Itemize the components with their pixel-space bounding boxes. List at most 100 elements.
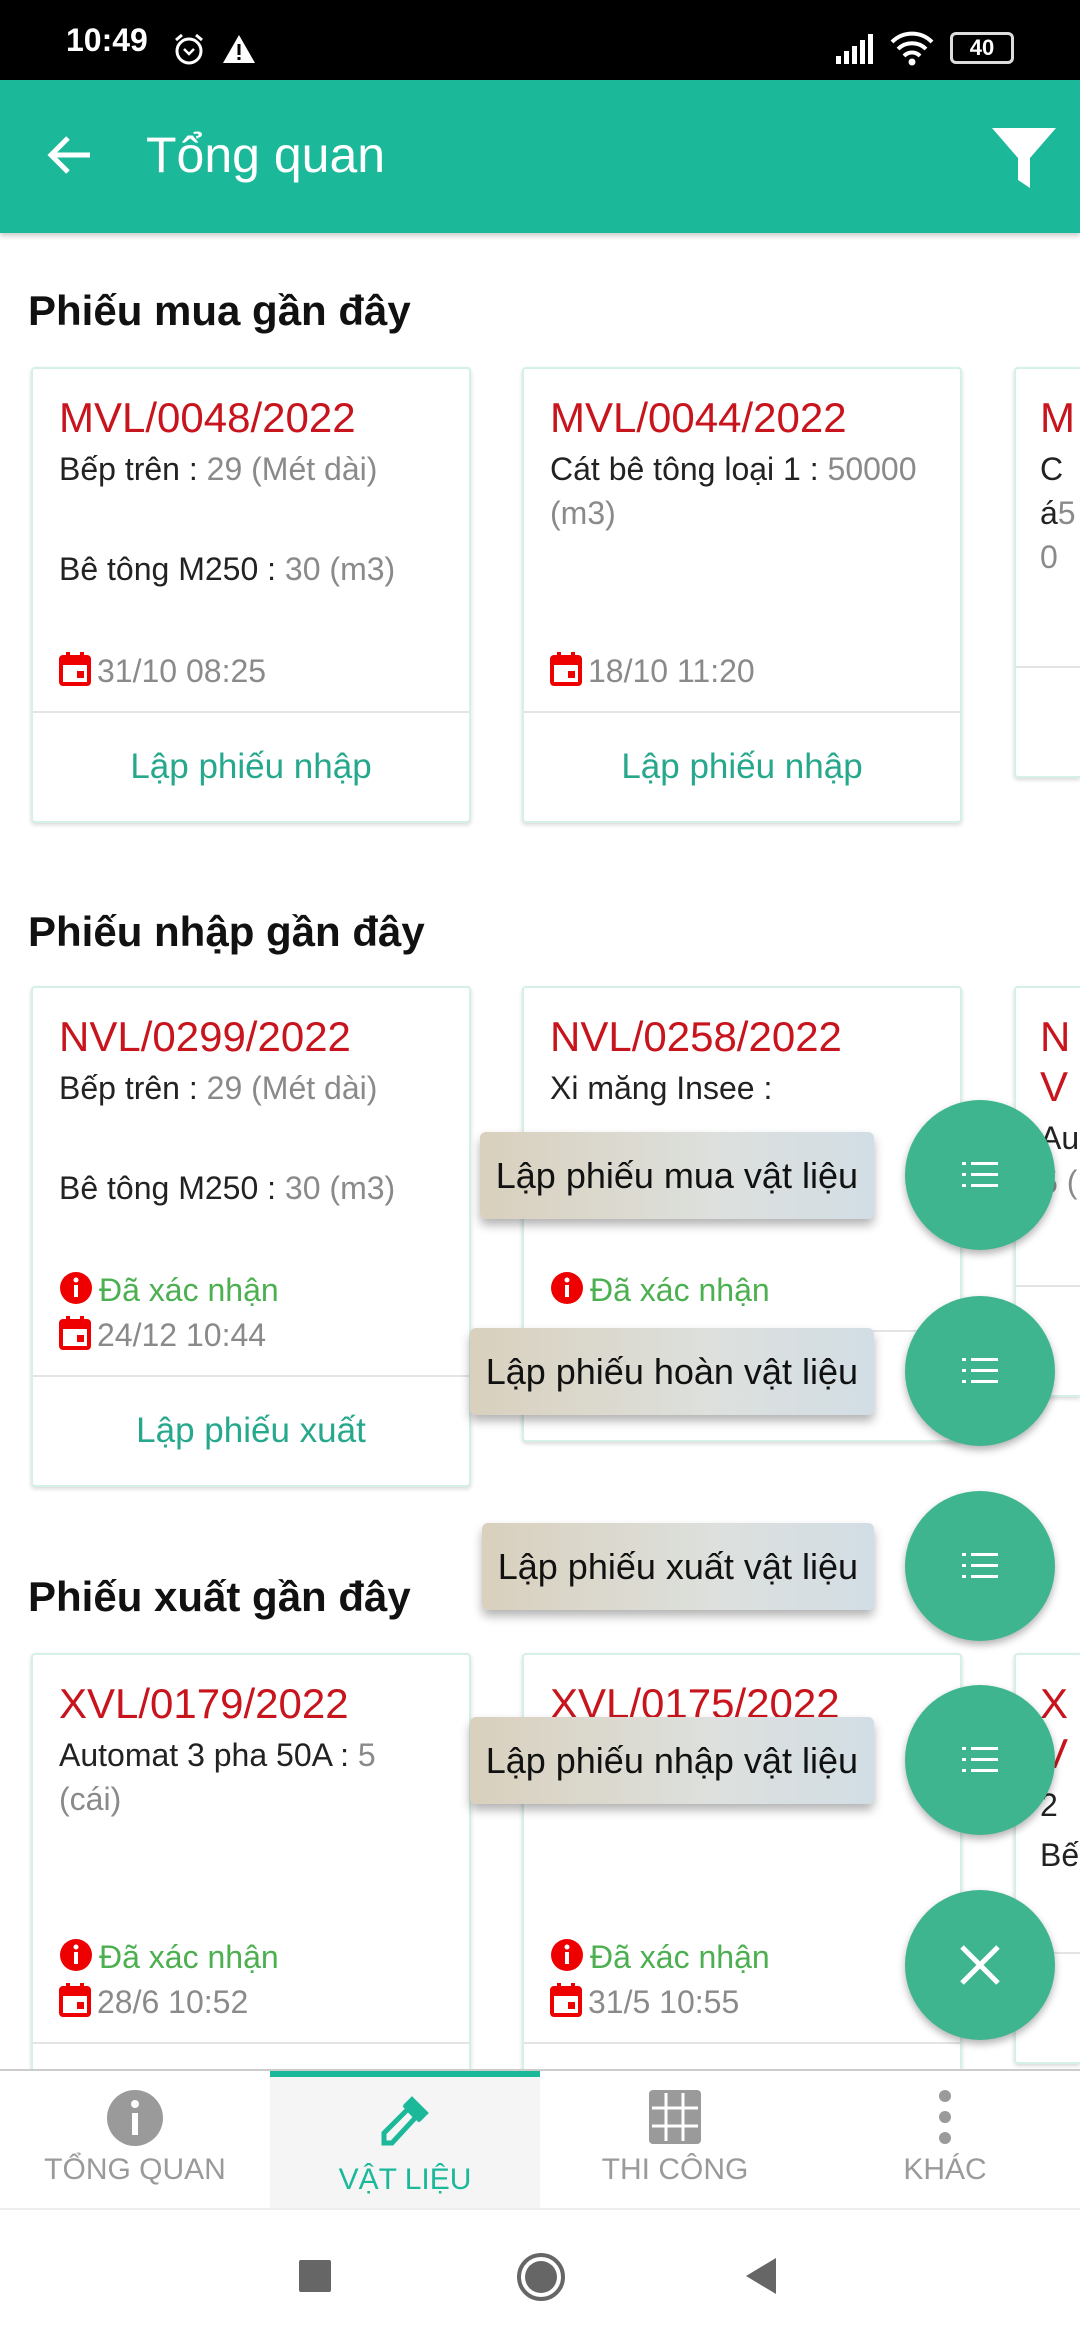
speed-dial-close-button[interactable] xyxy=(905,1890,1055,2040)
arrow-left-icon[interactable] xyxy=(44,130,94,180)
speed-dial-action-button[interactable] xyxy=(905,1685,1055,1835)
voucher-code: XVL/0179/2022 xyxy=(59,1680,349,1727)
section-title: Phiếu xuất gần đây xyxy=(28,1573,411,1620)
speed-dial-label[interactable]: Lập phiếu nhập vật liệu xyxy=(469,1717,874,1804)
material-name: Bếp trên : xyxy=(59,451,207,487)
status-row: Đã xác nhận xyxy=(59,1268,443,1313)
card-action-button[interactable]: Lập phiếu nhập xyxy=(524,711,960,821)
material-item: Bếp trên : 29 (Mét dài) xyxy=(59,1066,443,1166)
material-item: Bê tông M250 : 30 (m3) xyxy=(59,1166,443,1266)
calendar-icon xyxy=(59,652,91,686)
warning-icon xyxy=(223,35,255,63)
tab-label: THI CÔNG xyxy=(601,2153,749,2186)
voucher-code: MVL/0044/2022 xyxy=(550,394,847,441)
speed-dial-label[interactable]: Lập phiếu xuất vật liệu xyxy=(481,1523,874,1610)
date-text: 28/6 10:52 xyxy=(97,1984,249,2020)
grid-icon xyxy=(649,2090,701,2144)
voucher-card[interactable]: MVL/0048/2022 Bếp trên : 29 (Mét dài) Bê t… xyxy=(31,367,471,823)
material-item: Automat 3 pha 50A : 5 (cái) xyxy=(59,1733,443,1833)
list-icon xyxy=(962,1358,998,1383)
voucher-code: NVL/0299/2022 xyxy=(59,1013,351,1060)
material-qty: 30 (m3) xyxy=(284,551,396,587)
material-item: Cá50 xyxy=(1040,447,1080,579)
status-text: Đã xác nhận xyxy=(99,1939,279,1975)
bottom-nav: TỔNG QUAN VẬT LIỆU THI CÔNG KHÁC xyxy=(0,2069,1080,2208)
home-icon[interactable] xyxy=(516,2252,566,2302)
status-row: Đã xác nhận xyxy=(59,1935,443,1980)
material-item: Bếp trên : 29 (Mét dài) xyxy=(59,447,443,547)
date-row: 31/5 10:55 xyxy=(550,1980,934,2025)
section-title: Phiếu mua gần đây xyxy=(28,287,411,334)
material-item: Bế xyxy=(1040,1833,1080,1883)
alarm-icon xyxy=(175,33,203,65)
info-icon xyxy=(60,1272,92,1304)
status-time: 10:49 xyxy=(66,22,148,58)
speed-dial-action-button[interactable] xyxy=(905,1296,1055,1446)
calendar-icon xyxy=(59,1316,91,1350)
material-name: Bếp trên : xyxy=(59,1070,207,1106)
material-qty: 29 (Mét dài) xyxy=(206,451,378,487)
date-row: 18/10 11:20 xyxy=(550,649,934,694)
section-title: Phiếu nhập gần đây xyxy=(28,908,425,955)
tab-label: VẬT LIỆU xyxy=(338,2163,472,2196)
voucher-code: MVL/0048/2022 xyxy=(59,394,356,441)
date-row: 24/12 10:44 xyxy=(59,1313,443,1358)
voucher-card[interactable]: M Cá50 xyxy=(1014,367,1080,778)
material-qty: 30 (m3) xyxy=(284,1170,396,1206)
status-text: Đã xác nhận xyxy=(99,1272,279,1308)
date-text: 18/10 11:20 xyxy=(588,653,755,689)
tab-label: TỔNG QUAN xyxy=(44,2153,226,2186)
status-text: Đã xác nhận xyxy=(590,1272,770,1308)
speed-dial-action-button[interactable] xyxy=(905,1491,1055,1641)
material-name: Automat 3 pha 50A : xyxy=(59,1737,358,1773)
date-text: 31/5 10:55 xyxy=(588,1984,740,2020)
speed-dial-label-text: Lập phiếu xuất vật liệu xyxy=(497,1545,858,1587)
date-row: 31/10 08:25 xyxy=(59,649,443,694)
material-name: Xi măng Insee : xyxy=(550,1070,773,1106)
tab-tong-quan[interactable]: TỔNG QUAN xyxy=(0,2071,270,2208)
filter-icon[interactable] xyxy=(992,126,1056,188)
tab-vat-lieu[interactable]: VẬT LIỆU xyxy=(270,2071,540,2208)
list-icon xyxy=(962,1747,998,1772)
eyedropper-icon xyxy=(381,2096,429,2146)
back-nav-icon[interactable] xyxy=(744,2258,776,2294)
tab-label: KHÁC xyxy=(903,2153,987,2186)
battery-icon: 40 xyxy=(950,32,1014,64)
material-item: Bê tông M250 : 30 (m3) xyxy=(59,547,443,647)
material-item: Cát bê tông loại 1 : 50000 (m3) xyxy=(550,447,934,547)
tab-thi-cong[interactable]: THI CÔNG xyxy=(540,2071,810,2208)
voucher-card[interactable]: MVL/0044/2022 Cát bê tông loại 1 : 50000 … xyxy=(522,367,962,823)
speed-dial-label-text: Lập phiếu nhập vật liệu xyxy=(485,1739,858,1781)
speed-dial-label[interactable]: Lập phiếu hoàn vật liệu xyxy=(469,1328,874,1415)
card-action-button[interactable] xyxy=(1016,666,1080,776)
speed-dial-action-button[interactable] xyxy=(905,1100,1055,1250)
date-row: 28/6 10:52 xyxy=(59,1980,443,2025)
speed-dial-label-text: Lập phiếu mua vật liệu xyxy=(495,1154,858,1196)
calendar-icon xyxy=(550,652,582,686)
info-icon xyxy=(551,1939,583,1971)
status-bar: 10:49 40 xyxy=(0,0,1080,80)
list-icon xyxy=(962,1553,998,1578)
card-action-button[interactable]: Lập phiếu nhập xyxy=(33,711,469,821)
card-action-label: Lập phiếu nhập xyxy=(130,747,372,786)
material-qty: 29 (Mét dài) xyxy=(206,1070,378,1106)
card-action-label: Lập phiếu nhập xyxy=(621,747,863,786)
speed-dial-label-text: Lập phiếu hoàn vật liệu xyxy=(485,1350,858,1392)
date-text: 24/12 10:44 xyxy=(97,1317,267,1353)
material-name: Bê tông M250 : xyxy=(59,551,285,587)
tab-khac[interactable]: KHÁC xyxy=(810,2071,1080,2208)
voucher-code: NV xyxy=(1040,1013,1071,1110)
more-vertical-icon xyxy=(939,2090,951,2144)
recents-icon[interactable] xyxy=(299,2260,331,2292)
status-row: Đã xác nhận xyxy=(550,1268,934,1313)
signal-icon xyxy=(836,34,873,64)
page-title: Tổng quan xyxy=(146,127,386,183)
info-icon xyxy=(551,1272,583,1304)
voucher-card[interactable]: NVL/0299/2022 Bếp trên : 29 (Mét dài) Bê t… xyxy=(31,986,471,1487)
speed-dial-label[interactable]: Lập phiếu mua vật liệu xyxy=(479,1132,874,1219)
app-bar: Tổng quan xyxy=(0,80,1080,233)
material-name: Cát bê tông loại 1 : xyxy=(550,451,828,487)
voucher-code: NVL/0258/2022 xyxy=(550,1013,842,1060)
card-action-button[interactable]: Lập phiếu xuất xyxy=(33,1375,469,1485)
status-row: Đã xác nhận xyxy=(550,1935,934,1980)
